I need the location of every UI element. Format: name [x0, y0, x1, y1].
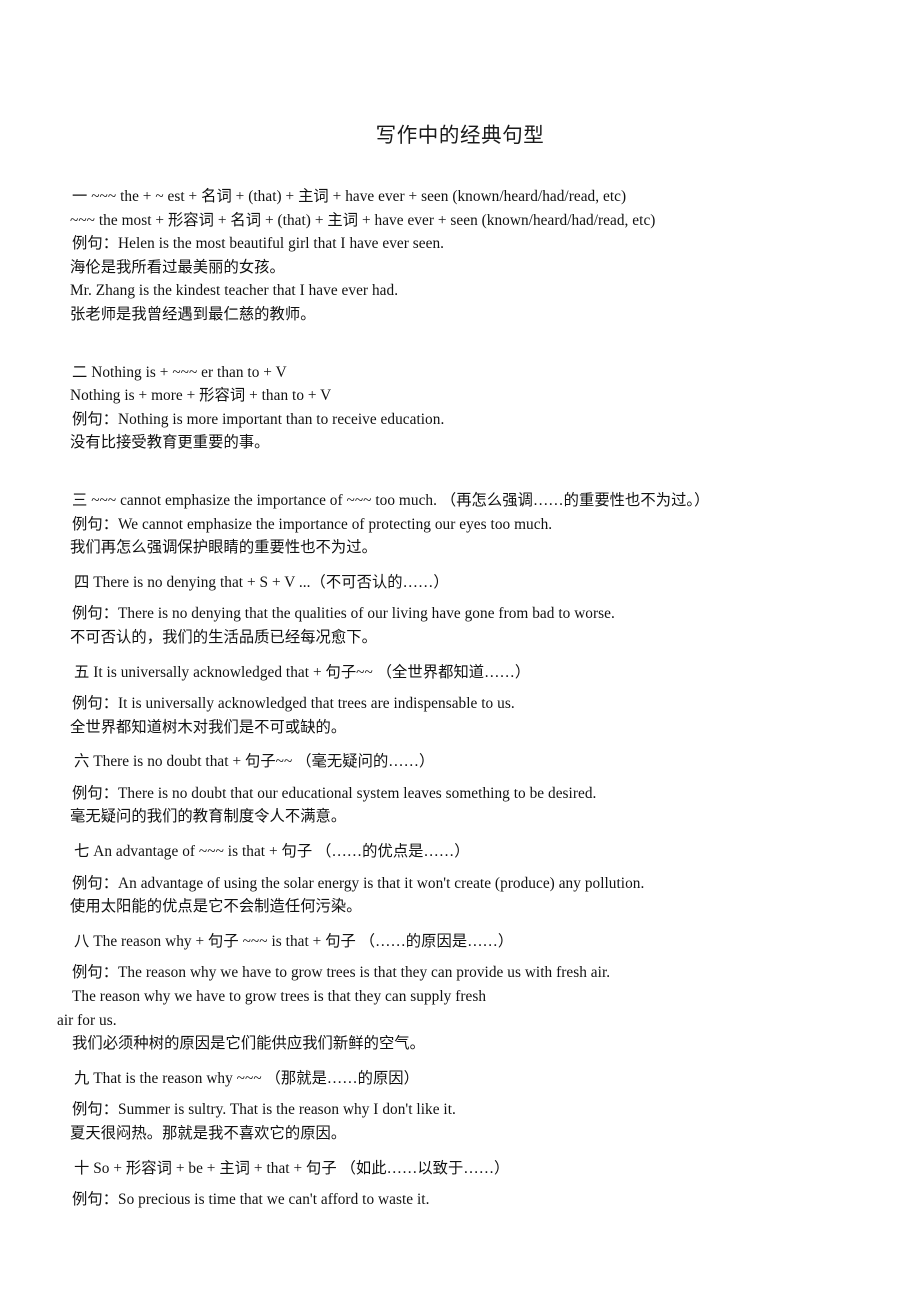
section-8: 八 The reason why + 句子 ~~~ is that + 句子 （… — [57, 930, 877, 1056]
section-1: 一 ~~~ the + ~ est + 名词 + (that) + 主词 + h… — [57, 185, 877, 327]
document-body: 一 ~~~ the + ~ est + 名词 + (that) + 主词 + h… — [57, 185, 877, 1212]
section-7-example-zh: 使用太阳能的优点是它不会制造任何污染。 — [70, 898, 362, 916]
section-10-pattern-line: 十 So + 形容词 + be + 主词 + that + 句子 （如此……以致… — [74, 1159, 510, 1177]
section-7-example-en: 例句：An advantage of using the solar energ… — [72, 874, 645, 892]
section-9-pattern-line: 九 That is the reason why ~~~ （那就是……的原因） — [74, 1069, 420, 1087]
section-2-example-zh: 没有比接受教育更重要的事。 — [70, 434, 270, 452]
section-5: 五 It is universally acknowledged that + … — [57, 661, 877, 740]
section-1-pattern-line-2: ~~~ the most + 形容词 + 名词 + (that) + 主词 + … — [70, 211, 656, 229]
section-1-example-zh-2: 张老师是我曾经遇到最仁慈的教师。 — [70, 305, 316, 323]
section-2: 二 Nothing is + ~~~ er than to + V Nothin… — [57, 361, 877, 455]
section-2-pattern-line-2: Nothing is + more + 形容词 + than to + V — [70, 387, 332, 405]
section-1-example-en-1: 例句：Helen is the most beautiful girl that… — [72, 235, 445, 253]
section-1-example-en-2: Mr. Zhang is the kindest teacher that I … — [70, 282, 399, 300]
page-title: 写作中的经典句型 — [375, 125, 545, 147]
section-5-example-en: 例句：It is universally acknowledged that t… — [72, 695, 515, 713]
section-5-pattern-line: 五 It is universally acknowledged that + … — [74, 663, 531, 681]
section-7: 七 An advantage of ~~~ is that + 句子 （……的优… — [57, 840, 877, 919]
section-9-example-zh: 夏天很闷热。那就是我不喜欢它的原因。 — [70, 1125, 347, 1142]
section-7-pattern-line: 七 An advantage of ~~~ is that + 句子 （……的优… — [74, 843, 470, 861]
section-10-example-en: 例句：So precious is time that we can't aff… — [72, 1191, 430, 1209]
section-2-example-en: 例句：Nothing is more important than to rec… — [72, 410, 445, 428]
section-3-example-en: 例句：We cannot emphasize the importance of… — [72, 515, 553, 533]
document-page: 写作中的经典句型 一 ~~~ the + ~ est + 名词 + (that)… — [0, 0, 920, 1302]
section-10: 十 So + 形容词 + be + 主词 + that + 句子 （如此……以致… — [57, 1157, 877, 1212]
section-1-example-zh-1: 海伦是我所看过最美丽的女孩。 — [70, 258, 285, 276]
section-3-example-zh: 我们再怎么强调保护眼睛的重要性也不为过。 — [70, 539, 377, 557]
section-1-pattern-line-1: 一 ~~~ the + ~ est + 名词 + (that) + 主词 + h… — [72, 188, 627, 205]
section-4: 四 There is no denying that + S + V ...（不… — [57, 571, 877, 650]
section-8-example-zh: 我们必须种树的原因是它们能供应我们新鲜的空气。 — [72, 1035, 425, 1053]
section-4-example-en: 例句：There is no denying that the qualitie… — [72, 605, 615, 623]
section-6-pattern-line: 六 There is no doubt that + 句子~~ （毫无疑问的……… — [74, 753, 435, 771]
section-4-example-zh: 不可否认的，我们的生活品质已经每况愈下。 — [70, 628, 377, 646]
section-6: 六 There is no doubt that + 句子~~ （毫无疑问的……… — [57, 750, 877, 829]
section-6-example-en: 例句：There is no doubt that our educationa… — [72, 784, 597, 802]
section-8-example-en-2-wrap: air for us. — [57, 1011, 117, 1029]
section-8-example-en-2: The reason why we have to grow trees is … — [72, 988, 487, 1006]
section-2-pattern-line-1: 二 Nothing is + ~~~ er than to + V — [72, 363, 287, 381]
section-5-example-zh: 全世界都知道树木对我们是不可或缺的。 — [70, 718, 347, 736]
section-8-example-en-1: 例句：The reason why we have to grow trees … — [72, 964, 611, 982]
section-9-example-en: 例句：Summer is sultry. That is the reason … — [72, 1101, 456, 1119]
section-3-pattern-line: 三 ~~~ cannot emphasize the importance of… — [72, 491, 710, 509]
section-9: 九 That is the reason why ~~~ （那就是……的原因） … — [57, 1067, 877, 1146]
section-3: 三 ~~~ cannot emphasize the importance of… — [57, 489, 877, 560]
section-6-example-zh: 毫无疑问的我们的教育制度令人不满意。 — [70, 808, 347, 826]
section-4-pattern-line: 四 There is no denying that + S + V ...（不… — [74, 573, 449, 591]
section-8-pattern-line: 八 The reason why + 句子 ~~~ is that + 句子 （… — [74, 932, 514, 950]
